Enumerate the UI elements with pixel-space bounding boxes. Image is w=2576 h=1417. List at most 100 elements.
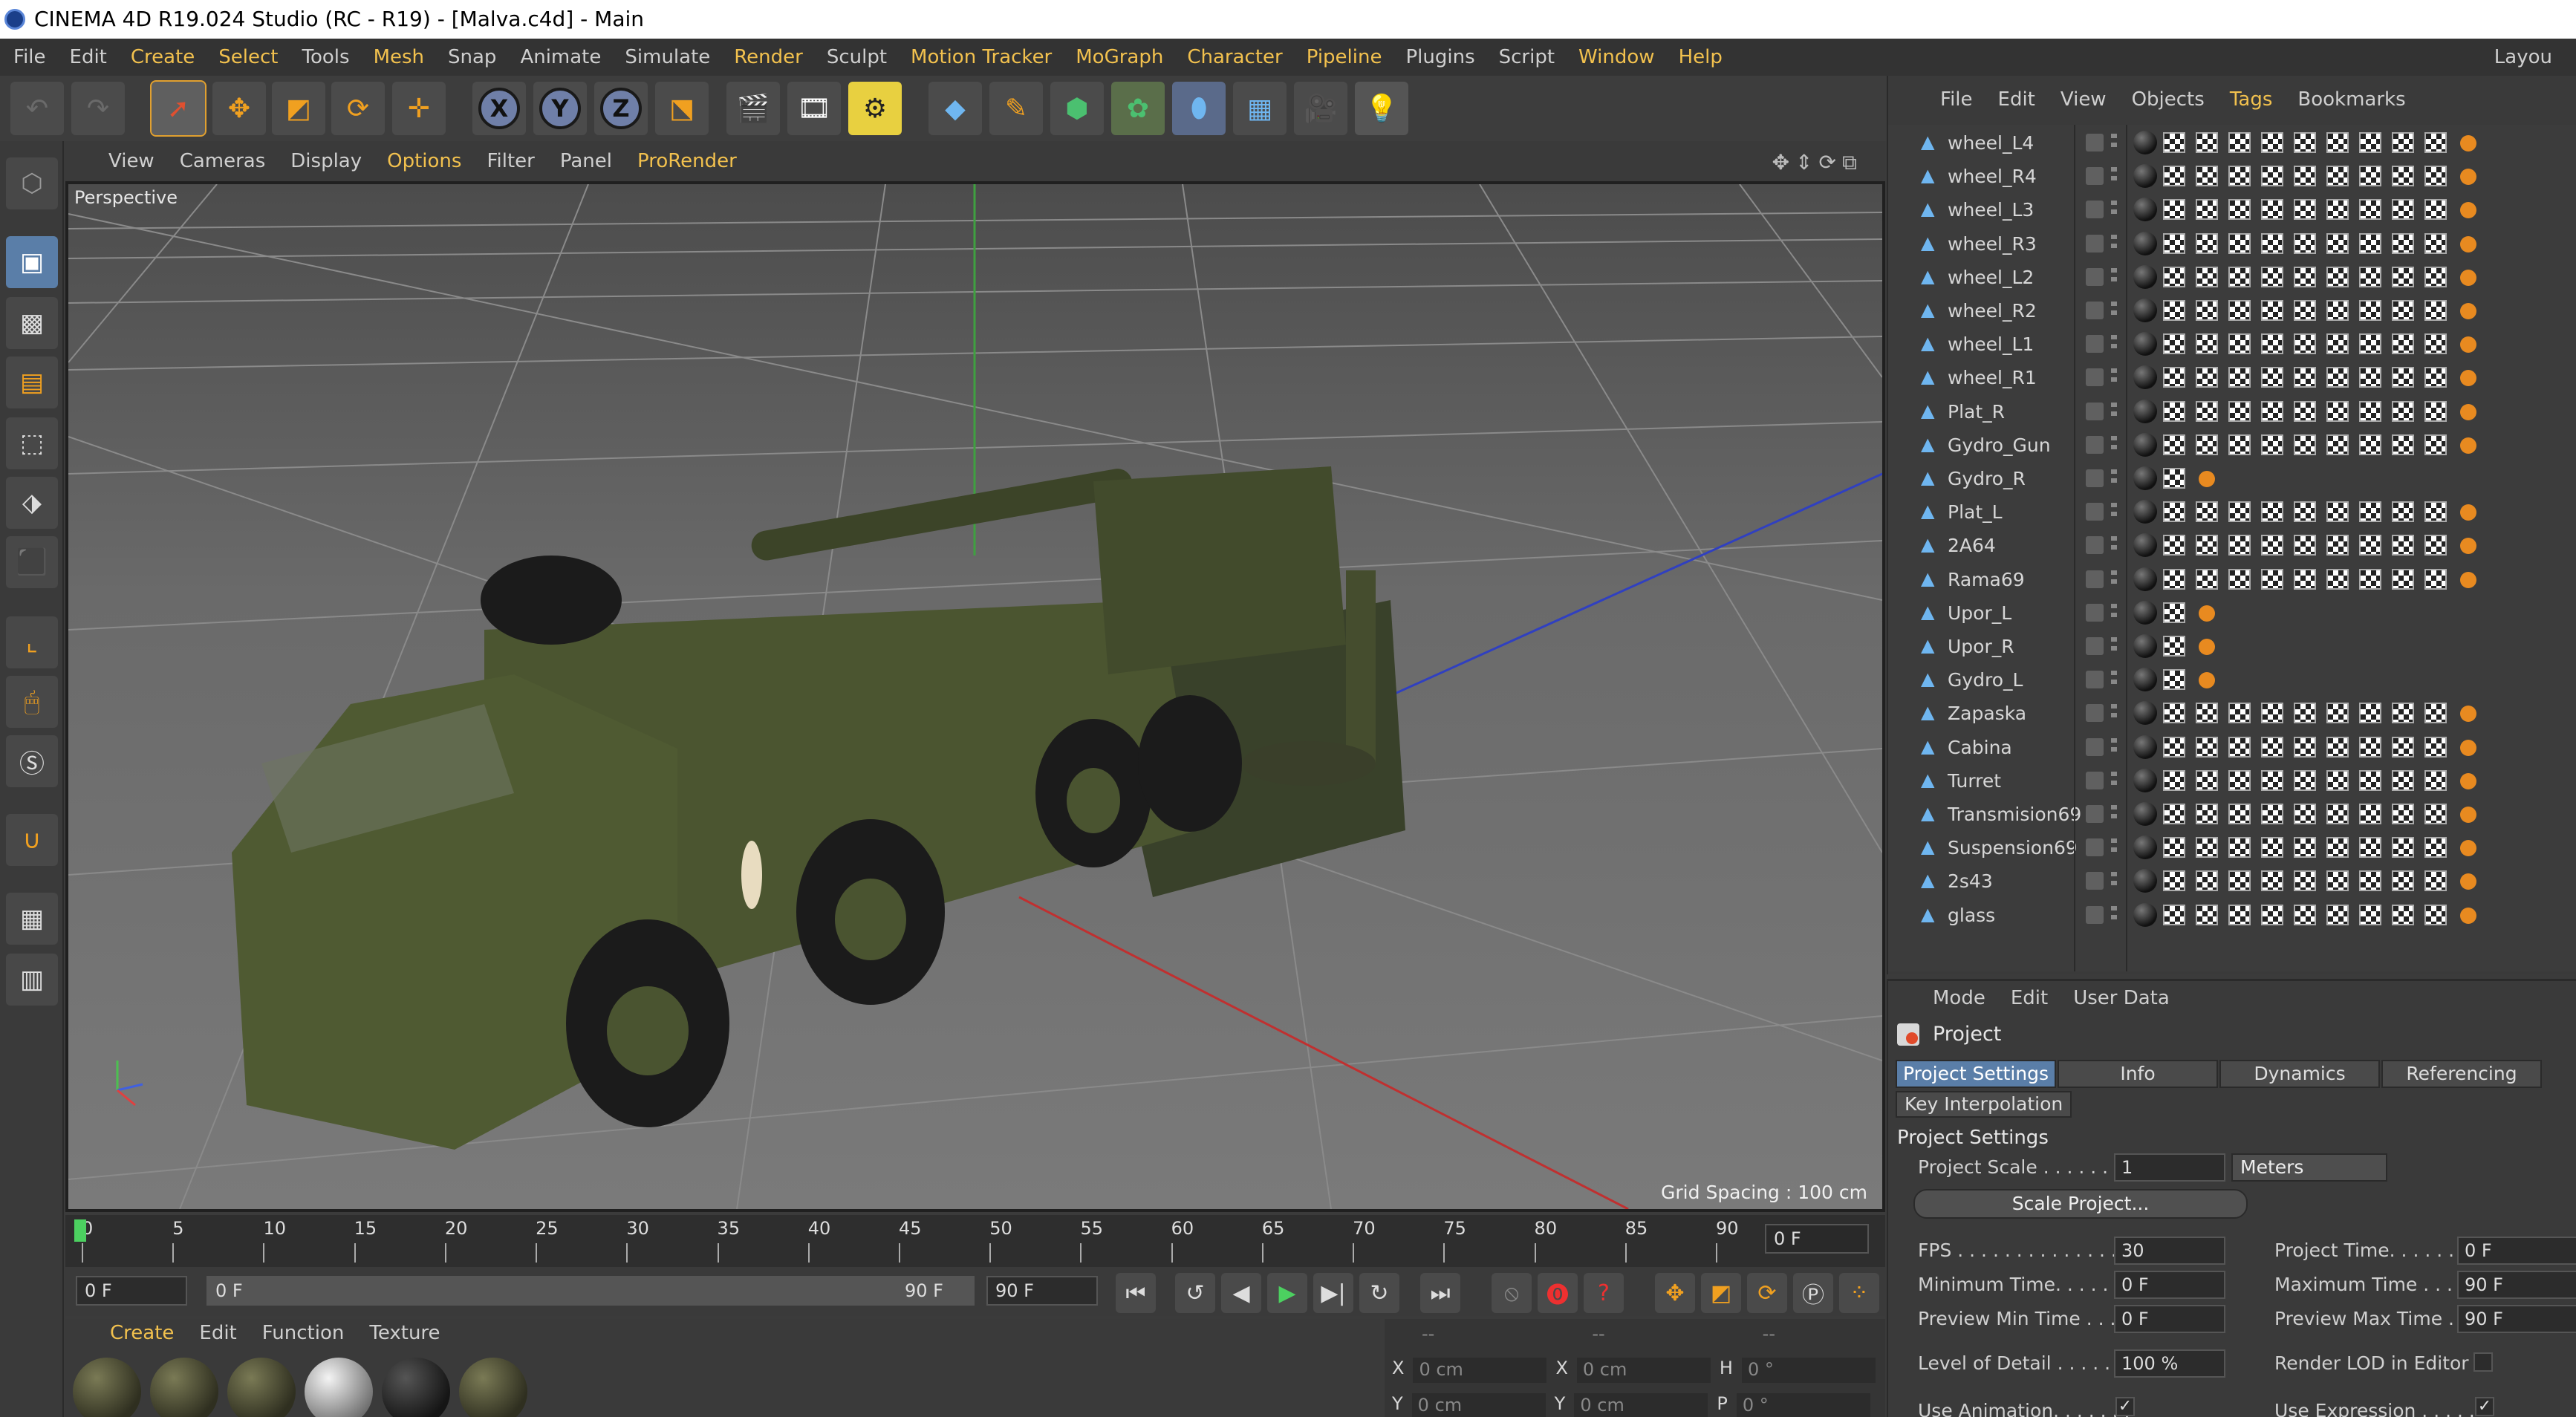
layer-toggle-icon[interactable] [2086, 302, 2104, 319]
render-picture-viewer-icon[interactable]: 🎞 [787, 82, 841, 135]
texture-tag-icon[interactable] [2228, 736, 2251, 758]
selection-tag-icon[interactable] [2199, 471, 2215, 487]
use-expression-checkbox[interactable]: ✓ [2475, 1397, 2494, 1416]
texture-tag-icon[interactable] [2228, 333, 2251, 355]
texture-tag-icon[interactable] [2392, 804, 2414, 824]
visibility-dots-icon[interactable] [2111, 435, 2117, 454]
visibility-dots-icon[interactable] [2111, 469, 2117, 487]
viewport-menu-panel[interactable]: Panel [560, 150, 612, 172]
visibility-dots-icon[interactable] [2111, 838, 2117, 857]
texture-tag-icon[interactable] [2424, 870, 2447, 892]
material-tag-icon[interactable] [2133, 131, 2157, 154]
texture-tag-icon[interactable] [2196, 535, 2218, 556]
points-mode-icon[interactable]: ⬚ [6, 417, 58, 469]
menu-pipeline[interactable]: Pipeline [1307, 46, 1382, 68]
attr-menu-edit[interactable]: Edit [2011, 987, 2048, 1009]
viewport-menu-options[interactable]: Options [387, 150, 461, 172]
material-tag-icon[interactable] [2133, 264, 2157, 289]
preview-min-time-field[interactable]: 0 F [2114, 1305, 2225, 1333]
tab-info[interactable]: Info [2058, 1060, 2218, 1088]
texture-tag-icon[interactable] [2196, 769, 2218, 791]
texture-mode-icon[interactable]: ▩ [6, 297, 58, 349]
deformer-icon[interactable]: ⬮ [1172, 82, 1226, 135]
visibility-dots-icon[interactable] [2111, 872, 2117, 890]
planar-workplane-icon[interactable]: ▥ [6, 954, 58, 1006]
playhead[interactable] [74, 1219, 86, 1242]
texture-tag-icon[interactable] [2196, 804, 2218, 824]
object-row[interactable]: ▲ Upor_R [1888, 630, 2576, 663]
texture-tag-icon[interactable] [2392, 535, 2414, 556]
preview-range-slider[interactable]: 0 F 90 F [206, 1276, 975, 1306]
texture-tag-icon[interactable] [2261, 535, 2283, 556]
viewport-menu-filter[interactable]: Filter [487, 150, 534, 172]
texture-tag-icon[interactable] [2196, 904, 2218, 925]
texture-tag-icon[interactable] [2163, 434, 2185, 455]
layer-toggle-icon[interactable] [2086, 905, 2104, 924]
texture-tag-icon[interactable] [2359, 434, 2381, 455]
layer-toggle-icon[interactable] [2086, 503, 2104, 521]
selection-tag-icon[interactable] [2460, 235, 2476, 253]
texture-tag-icon[interactable] [2163, 232, 2185, 254]
texture-tag-icon[interactable] [2359, 501, 2381, 523]
texture-tag-icon[interactable] [2163, 199, 2185, 221]
layer-toggle-icon[interactable] [2086, 737, 2104, 756]
texture-tag-icon[interactable] [2424, 501, 2447, 523]
texture-tag-icon[interactable] [2261, 367, 2283, 388]
texture-tag-icon[interactable] [2326, 837, 2349, 859]
selection-tag-icon[interactable] [2199, 672, 2215, 689]
texture-tag-icon[interactable] [2326, 367, 2349, 388]
texture-tag-icon[interactable] [2294, 166, 2316, 187]
menu-animate[interactable]: Animate [520, 46, 601, 68]
tweak-mode-icon[interactable]: 🖱 [6, 676, 58, 728]
keyframe-selection-icon[interactable]: ? [1584, 1273, 1624, 1313]
viewport-menu-cameras[interactable]: Cameras [180, 150, 266, 172]
layer-toggle-icon[interactable] [2086, 838, 2104, 857]
material-tag-icon[interactable] [2133, 198, 2157, 222]
texture-tag-icon[interactable] [2228, 132, 2251, 153]
texture-tag-icon[interactable] [2392, 703, 2414, 724]
texture-tag-icon[interactable] [2326, 400, 2349, 422]
visibility-dots-icon[interactable] [2111, 335, 2117, 354]
tab-dynamics[interactable]: Dynamics [2219, 1060, 2380, 1088]
last-tool-icon[interactable]: ✛ [392, 82, 446, 135]
texture-tag-icon[interactable] [2228, 232, 2251, 254]
texture-tag-icon[interactable] [2163, 535, 2185, 556]
texture-tag-icon[interactable] [2424, 837, 2447, 859]
texture-tag-icon[interactable] [2326, 232, 2349, 254]
layer-toggle-icon[interactable] [2086, 704, 2104, 723]
render-lod-in-editor-checkbox[interactable] [2473, 1352, 2493, 1372]
texture-tag-icon[interactable] [2196, 367, 2218, 388]
material-swatch[interactable] [305, 1358, 373, 1417]
material-menu-create[interactable]: Create [110, 1322, 174, 1344]
texture-tag-icon[interactable] [2294, 501, 2316, 523]
texture-tag-icon[interactable] [2261, 870, 2283, 892]
texture-tag-icon[interactable] [2228, 804, 2251, 824]
texture-tag-icon[interactable] [2424, 367, 2447, 388]
texture-tag-icon[interactable] [2424, 535, 2447, 556]
texture-tag-icon[interactable] [2424, 300, 2447, 321]
material-tag-icon[interactable] [2133, 533, 2157, 558]
layer-toggle-icon[interactable] [2086, 167, 2104, 186]
texture-tag-icon[interactable] [2392, 300, 2414, 321]
key-scale-icon[interactable]: ◩ [1701, 1273, 1741, 1313]
level-of-detail-field[interactable]: 100 % [2114, 1349, 2225, 1378]
selection-tag-icon[interactable] [2460, 873, 2476, 890]
light-icon[interactable]: 💡 [1355, 82, 1408, 135]
object-row[interactable]: ▲ Cabina [1888, 731, 2576, 764]
texture-tag-icon[interactable] [2163, 132, 2185, 153]
next-key-icon[interactable]: ↻ [1359, 1273, 1399, 1313]
record-keys-icon[interactable]: ⦸ [1492, 1273, 1532, 1313]
menu-plugins[interactable]: Plugins [1405, 46, 1474, 68]
texture-tag-icon[interactable] [2294, 132, 2316, 153]
layer-toggle-icon[interactable] [2086, 201, 2104, 219]
menu-render[interactable]: Render [734, 46, 803, 68]
texture-tag-icon[interactable] [2163, 166, 2185, 187]
tab-project-settings[interactable]: Project Settings [1896, 1060, 2056, 1088]
texture-tag-icon[interactable] [2392, 333, 2414, 355]
object-row[interactable]: ▲ Gydro_Gun [1888, 429, 2576, 462]
menu-create[interactable]: Create [131, 46, 195, 68]
key-point-level-icon[interactable]: ⁘ [1839, 1273, 1879, 1313]
texture-tag-icon[interactable] [2424, 736, 2447, 758]
material-tag-icon[interactable] [2133, 835, 2157, 860]
tab-referencing[interactable]: Referencing [2381, 1060, 2542, 1088]
